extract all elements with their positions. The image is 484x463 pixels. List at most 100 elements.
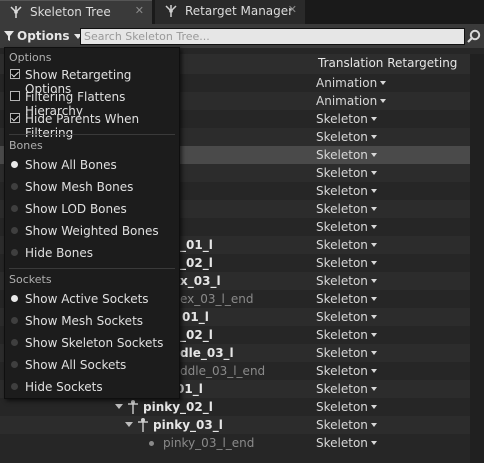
menu-item-show-all-bones[interactable]: Show All Bones [5,154,179,176]
socket-dot-icon [149,441,154,446]
search-box [80,28,465,45]
chevron-down-icon [370,387,377,391]
chevron-down-icon [370,225,377,229]
retarget-dropdown[interactable]: Skeleton [316,256,377,270]
retarget-dropdown[interactable]: Animation [316,76,387,90]
options-menu: Options Show Retargeting Options Filteri… [4,47,180,399]
skeleton-icon [10,6,22,18]
bone-name: x_03_l [180,274,221,288]
retarget-dropdown[interactable]: Skeleton [316,166,377,180]
menu-item-show-lod-bones[interactable]: Show LOD Bones [5,198,179,220]
bone-icon [128,400,138,414]
radio-icon [11,205,18,212]
chevron-down-icon [370,351,377,355]
menu-item-label: Hide Sockets [25,380,103,394]
expand-arrow-icon[interactable] [125,422,133,427]
tree-row[interactable]: pinky_03_l_end Skeleton [0,434,470,452]
expand-arrow-icon[interactable] [115,404,123,409]
menu-item-show-retargeting-options[interactable]: Show Retargeting Options [5,64,179,96]
checkbox[interactable] [10,69,20,79]
menu-item-show-all-sockets[interactable]: Show All Sockets [5,354,179,376]
tab-bar: Skeleton Tree ✕ Retarget Manager ✕ [0,0,484,24]
menu-item-label: Show All Bones [25,158,117,172]
chevron-down-icon [370,369,377,373]
retarget-dropdown[interactable]: Skeleton [316,382,377,396]
tree-row[interactable]: pinky_03_l Skeleton [0,416,470,434]
menu-item-show-mesh-sockets[interactable]: Show Mesh Sockets [5,310,179,332]
menu-section-options: Options [9,51,52,64]
retarget-dropdown[interactable]: Skeleton [316,238,377,252]
radio-selected-icon [11,161,18,168]
checkbox[interactable] [10,91,20,101]
radio-icon [11,227,18,234]
retarget-dropdown[interactable]: Skeleton [316,328,377,342]
menu-item-hide-bones[interactable]: Hide Bones [5,242,179,264]
checkbox[interactable] [10,113,20,123]
vertical-scrollbar[interactable] [470,54,484,463]
translation-retargeting-header[interactable]: Translation Retargeting [318,56,457,70]
tree-row[interactable]: pinky_02_l Skeleton [0,398,470,416]
chevron-down-icon [370,441,377,445]
retarget-value: Skeleton [316,184,368,198]
retarget-dropdown[interactable]: Skeleton [316,274,377,288]
retarget-icon [165,5,177,17]
filter-icon [4,31,14,41]
close-icon[interactable]: ✕ [135,4,144,17]
menu-section-sockets: Sockets [9,273,52,286]
retarget-value: Skeleton [316,382,368,396]
bone-name: _02_l [180,328,213,342]
socket-name: ddle_03_l_end [180,364,266,378]
retarget-dropdown[interactable]: Skeleton [316,184,377,198]
chevron-down-icon [370,315,377,319]
chevron-down-icon [370,171,377,175]
retarget-dropdown[interactable]: Skeleton [316,364,377,378]
retarget-dropdown[interactable]: Skeleton [316,346,377,360]
retarget-value: Skeleton [316,220,368,234]
menu-item-label: Show Skeleton Sockets [25,336,164,350]
menu-item-show-skeleton-sockets[interactable]: Show Skeleton Sockets [5,332,179,354]
retarget-value: Skeleton [316,310,368,324]
retarget-value: Skeleton [316,256,368,270]
retarget-dropdown[interactable]: Skeleton [316,400,377,414]
retarget-dropdown[interactable]: Skeleton [316,112,377,126]
search-icon[interactable] [467,29,481,43]
retarget-value: Skeleton [316,112,368,126]
retarget-dropdown[interactable]: Skeleton [316,310,377,324]
socket-name: pinky_03_l_end [163,436,255,450]
retarget-value: Skeleton [316,148,368,162]
search-input[interactable] [81,29,457,44]
chevron-down-icon [380,99,387,103]
chevron-down-icon [370,297,377,301]
retarget-value: Skeleton [316,364,368,378]
options-button[interactable]: Options [4,28,82,44]
retarget-dropdown[interactable]: Skeleton [316,436,377,450]
menu-item-filtering-flattens-hierarchy[interactable]: Filtering Flattens Hierarchy [5,86,179,118]
tab-retarget-manager[interactable]: Retarget Manager ✕ [155,0,305,24]
menu-item-show-active-sockets[interactable]: Show Active Sockets [5,288,179,310]
close-icon[interactable]: ✕ [288,3,297,16]
radio-icon [11,183,18,190]
bone-name: _01_l [180,238,213,252]
retarget-dropdown[interactable]: Skeleton [316,202,377,216]
radio-icon [11,249,18,256]
chevron-down-icon [370,333,377,337]
tab-skeleton-tree[interactable]: Skeleton Tree ✕ [0,0,152,24]
retarget-value: Skeleton [316,418,368,432]
retarget-dropdown[interactable]: Skeleton [316,418,377,432]
options-label: Options [17,29,70,43]
radio-icon [11,361,18,368]
retarget-dropdown[interactable]: Skeleton [316,220,377,234]
retarget-dropdown[interactable]: Skeleton [316,292,377,306]
menu-separator [9,268,175,269]
retarget-dropdown[interactable]: Skeleton [316,130,377,144]
retarget-value: Skeleton [316,130,368,144]
menu-item-show-mesh-bones[interactable]: Show Mesh Bones [5,176,179,198]
radio-icon [11,383,18,390]
menu-item-hide-sockets[interactable]: Hide Sockets [5,376,179,398]
retarget-dropdown[interactable]: Animation [316,94,387,108]
retarget-dropdown[interactable]: Skeleton [316,148,377,162]
bone-name: _02_l [180,256,213,270]
chevron-down-icon [370,117,377,121]
menu-item-hide-parents-when-filtering[interactable]: Hide Parents When Filtering [5,108,179,140]
menu-item-show-weighted-bones[interactable]: Show Weighted Bones [5,220,179,242]
